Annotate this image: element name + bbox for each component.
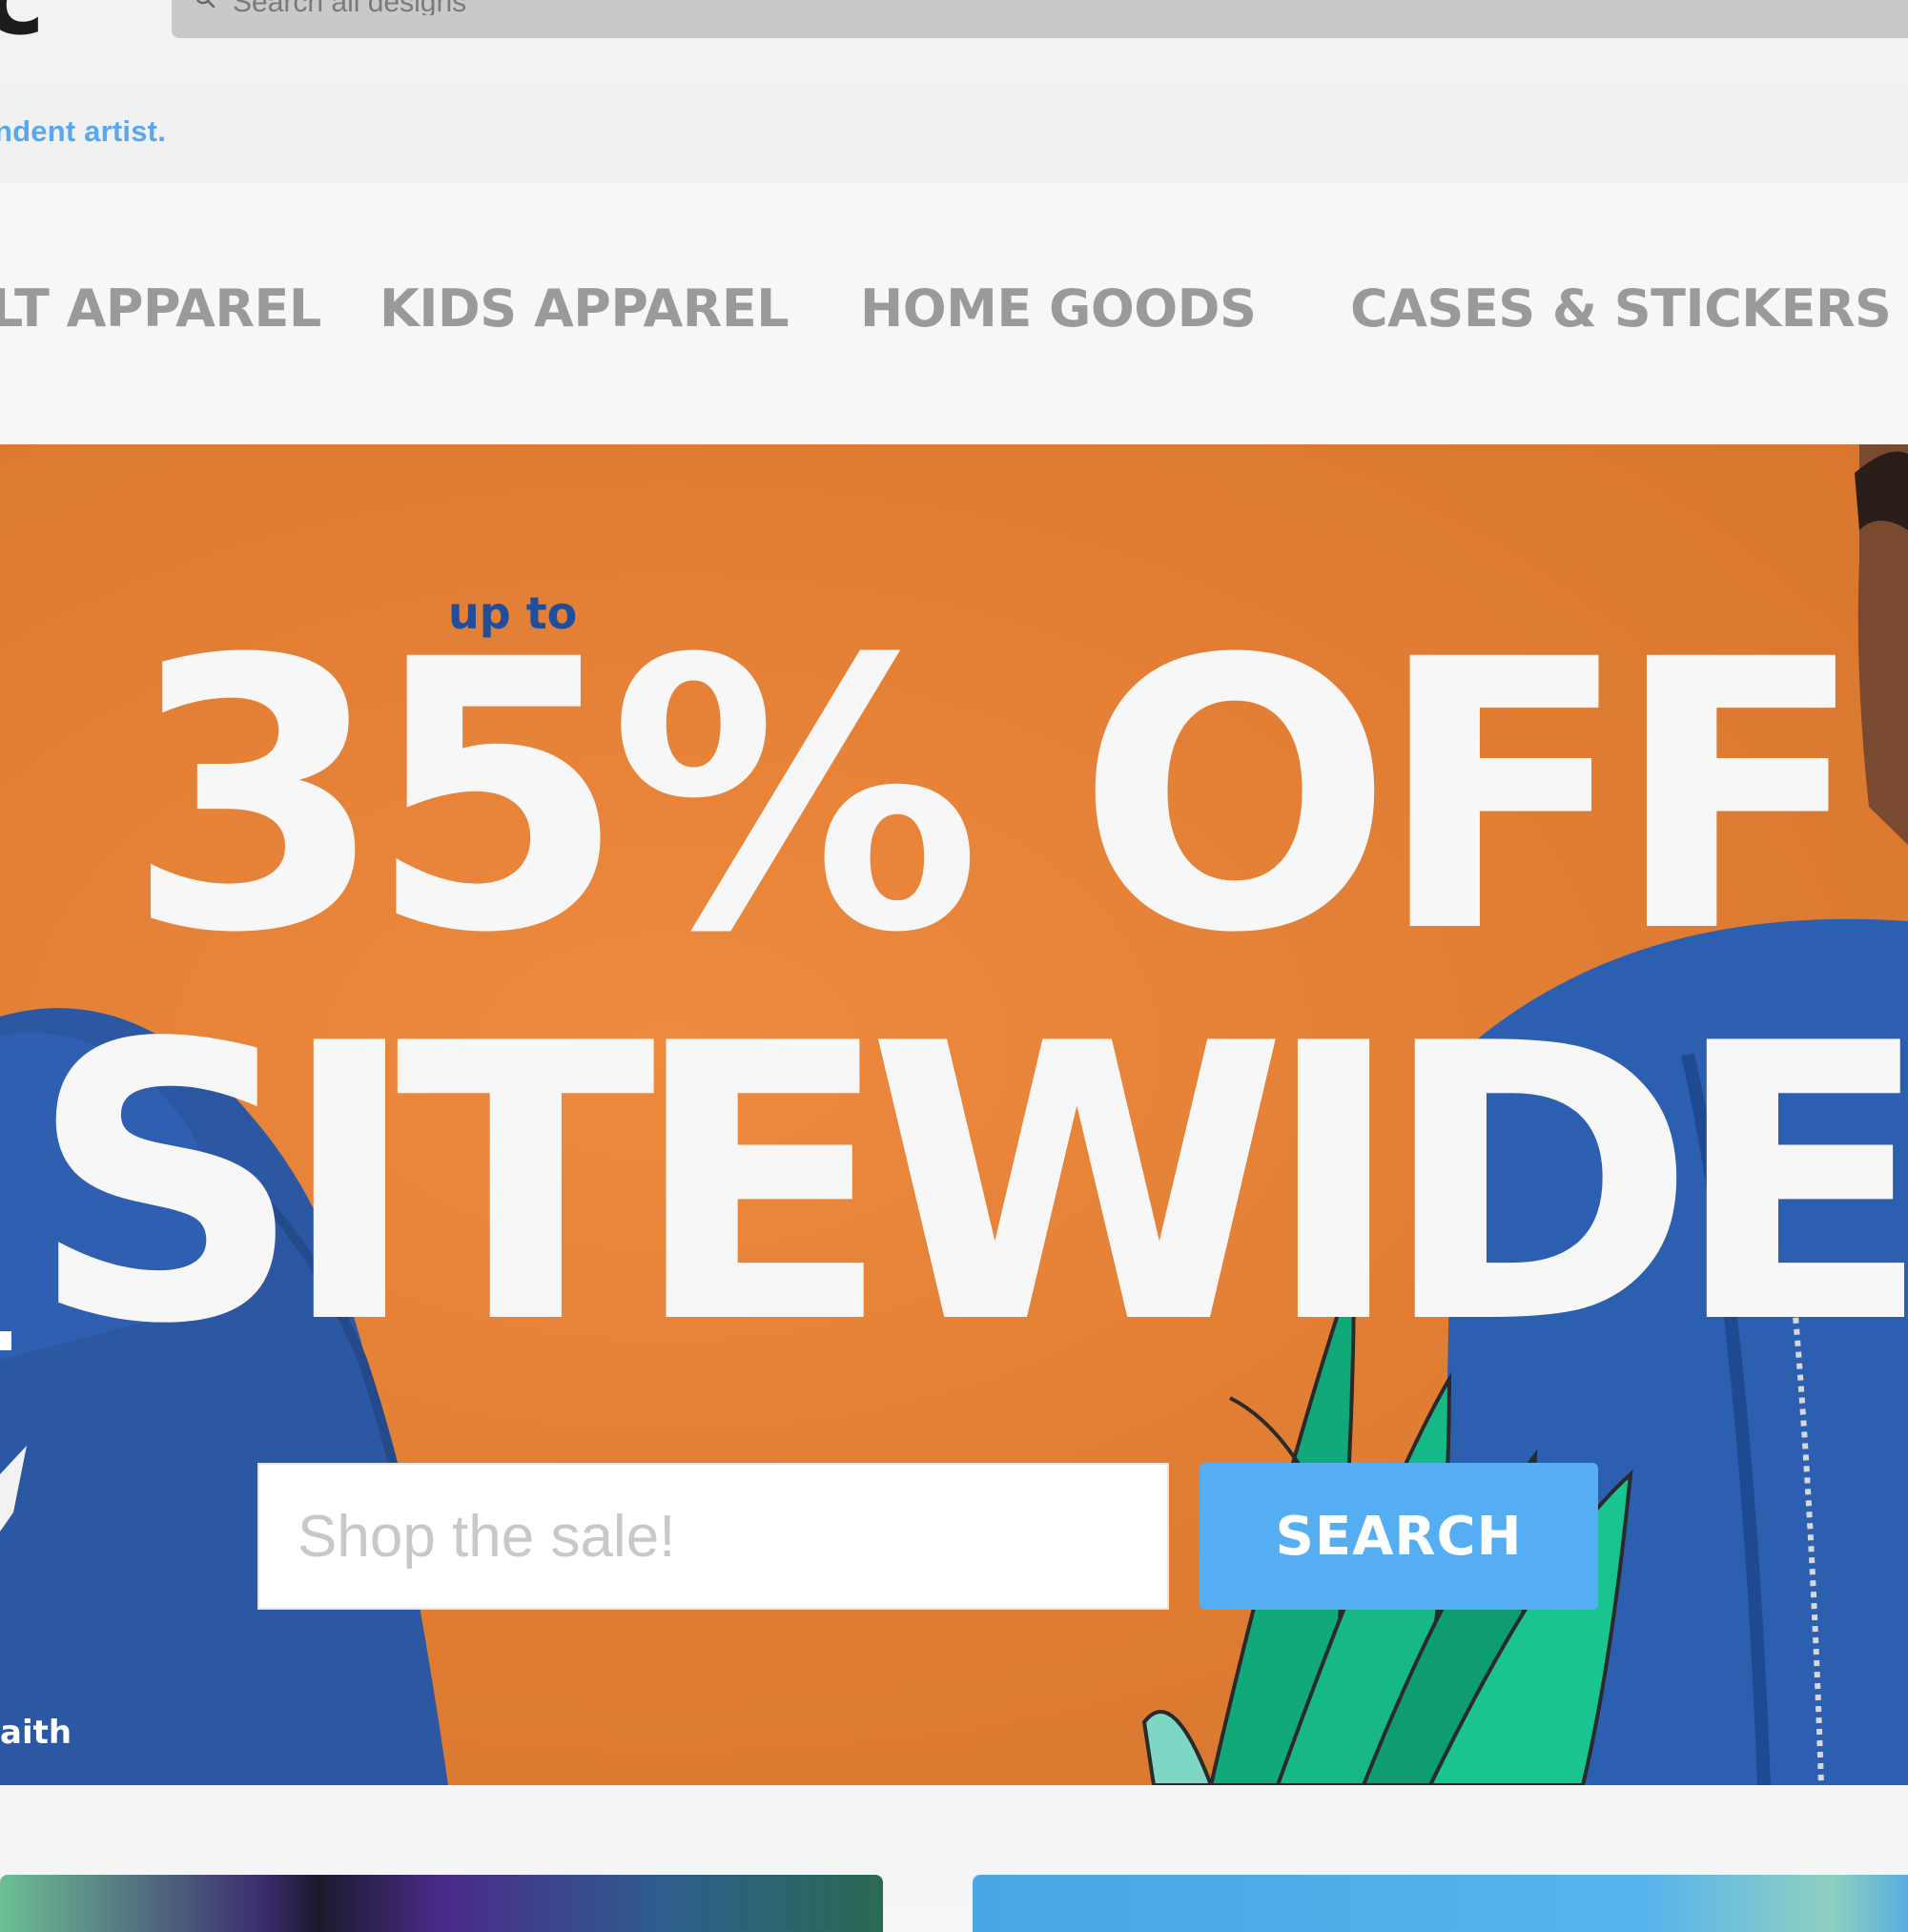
sale-search-button[interactable]: SEARCH [1200, 1463, 1598, 1610]
hero-headline-discount: 35% OFF [126, 581, 1867, 1014]
global-search-bar[interactable] [172, 0, 1908, 38]
sale-hero-banner[interactable]: aith up to 35% OFF SITEWIDE SEARCH [0, 444, 1908, 1785]
sale-search-input[interactable] [257, 1463, 1169, 1610]
site-logo[interactable]: c [0, 0, 45, 50]
tagline-link[interactable]: ndent artist. [0, 114, 166, 149]
hero-artist-label: aith [0, 1714, 72, 1752]
promo-tile-left[interactable] [0, 1875, 883, 1932]
hero-headline-sitewide: SITEWIDE [29, 964, 1908, 1408]
search-icon [195, 0, 215, 9]
nav-item-kids-apparel[interactable]: KIDS APPAREL [380, 278, 790, 339]
nav-item-home-goods[interactable]: HOME GOODS [860, 278, 1257, 339]
nav-item-adult-apparel[interactable]: LT APPAREL [0, 278, 321, 339]
global-search-input[interactable] [233, 0, 1091, 15]
nav-item-cases-stickers[interactable]: CASES & STICKERS [1350, 278, 1892, 339]
promo-tile-right[interactable] [973, 1875, 1908, 1932]
site-header: c [0, 0, 1908, 84]
category-nav: LT APPAREL KIDS APPAREL HOME GOODS CASES… [0, 183, 1908, 444]
tagline-strip [0, 84, 1908, 183]
